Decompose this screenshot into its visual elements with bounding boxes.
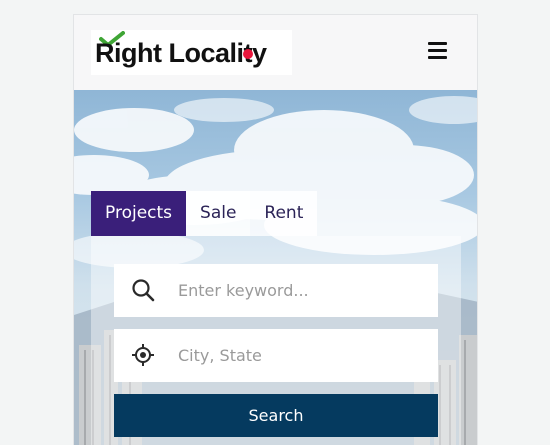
logo[interactable]: Right Locality <box>91 30 292 75</box>
tab-sale[interactable]: Sale <box>186 191 251 236</box>
listing-type-tabs: Projects Sale Rent <box>91 191 318 236</box>
logo-text: Right Locality <box>95 38 267 68</box>
crosshair-location-icon <box>132 344 154 366</box>
location-input[interactable] <box>178 329 428 382</box>
hero-banner: Projects Sale Rent Enter keyword... City… <box>74 90 477 445</box>
search-button[interactable]: Search <box>114 394 438 437</box>
search-panel: Search <box>91 236 461 445</box>
location-field[interactable] <box>114 329 438 382</box>
tab-rent[interactable]: Rent <box>250 191 318 236</box>
site-header: Right Locality <box>74 15 477 90</box>
logo-red-dot <box>243 49 253 59</box>
keyword-field[interactable] <box>114 264 438 317</box>
search-icon <box>132 279 155 302</box>
hamburger-menu-icon[interactable] <box>419 38 455 66</box>
tab-projects[interactable]: Projects <box>91 191 187 236</box>
keyword-input[interactable] <box>178 264 428 317</box>
page-frame: Right Locality Projects Sale Rent Enter … <box>73 14 478 445</box>
